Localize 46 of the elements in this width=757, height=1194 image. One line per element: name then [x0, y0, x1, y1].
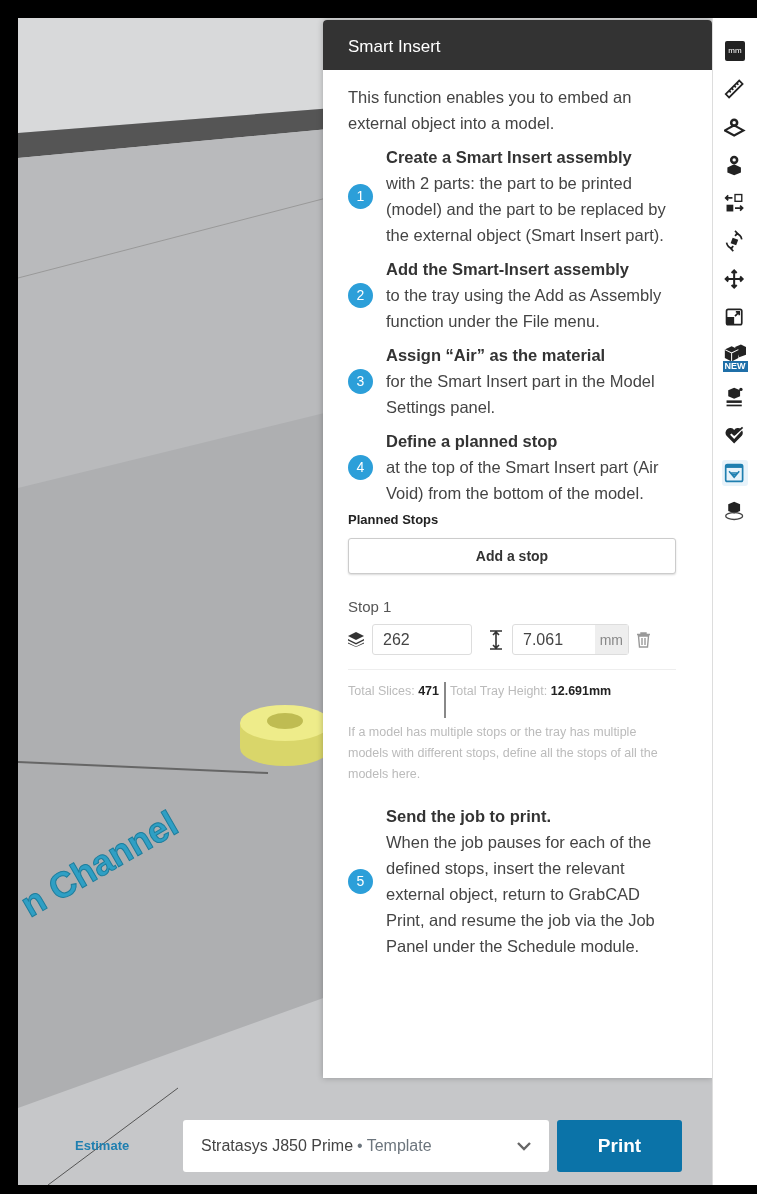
tray-icon: [724, 462, 746, 484]
cube-platform-icon: [724, 386, 746, 408]
template-label: Template: [366, 1137, 432, 1154]
stop-label: Stop 1: [348, 597, 393, 617]
resize-icon: [724, 306, 746, 328]
intro-text: This function enables you to embed an external object into a model.: [348, 87, 633, 134]
step-number: 3: [348, 368, 373, 394]
step-title: Assign “Air” as the material: [386, 345, 607, 366]
step-title: Send the job to print.: [386, 806, 552, 827]
step-number: 1: [348, 183, 373, 209]
step-number: 4: [348, 454, 373, 480]
step-description: to the tray using the Add as Assembly function under the File menu.: [386, 285, 663, 332]
height-field[interactable]: 7.061 mm: [512, 624, 629, 655]
swap-squares-icon: [724, 192, 746, 214]
height-icon: [488, 629, 504, 650]
ruler-icon: [724, 78, 746, 100]
new-badge: NEW: [722, 361, 748, 372]
step-title: Create a Smart Insert assembly: [386, 147, 633, 168]
heart-check-icon: [724, 424, 746, 446]
cubes-icon: [724, 342, 746, 364]
panel-title: Smart Insert: [323, 20, 712, 70]
layers-icon: [348, 632, 364, 647]
step-description: with 2 parts: the part to be printed (model) and the part to be replaced by the external object (Smart Insert part).: [386, 173, 667, 246]
step-number: 2: [348, 282, 373, 308]
step-title: Add the Smart-Insert assembly: [386, 259, 630, 280]
unit-label: mm: [594, 625, 628, 654]
step-description: at the top of the Smart Insert part (Air Void) from the bottom of the model.: [386, 457, 660, 504]
add-stop-button[interactable]: Add a stop: [348, 538, 676, 574]
step-description: for the Smart Insert part in the Model Settings panel.: [386, 371, 656, 418]
step-title: Define a planned stop: [386, 431, 559, 452]
slice-field[interactable]: 262: [372, 624, 472, 655]
printer-name: Stratasys J850 Prime: [201, 1137, 354, 1154]
move-icon: [724, 268, 746, 290]
help-note: If a model has multiple stops or the tray has multiple models with different stops, define all the stops of all the models here.: [348, 724, 659, 783]
stat-text: Total Slices: 471: [348, 683, 441, 700]
toolbar-button[interactable]: NEW: [718, 342, 752, 372]
trash-icon[interactable]: [637, 631, 650, 648]
step-number: 5: [348, 868, 373, 894]
chevron-down-icon: [517, 1141, 531, 1151]
section-heading: Planned Stops: [348, 511, 440, 529]
cube-stand-icon: [724, 500, 746, 522]
step-description: When the job pauses for each of the defined stops, insert the relevant external object, return to GrabCAD Print, and resume the job via the Job Panel under the Schedule module.: [386, 832, 656, 957]
print-button[interactable]: Print: [557, 1120, 682, 1172]
separator-dot: •: [357, 1137, 363, 1154]
stat-text: Total Tray Height: 12.691mm: [444, 682, 614, 718]
printer-select[interactable]: Stratasys J850 Prime • Template: [183, 1120, 549, 1172]
